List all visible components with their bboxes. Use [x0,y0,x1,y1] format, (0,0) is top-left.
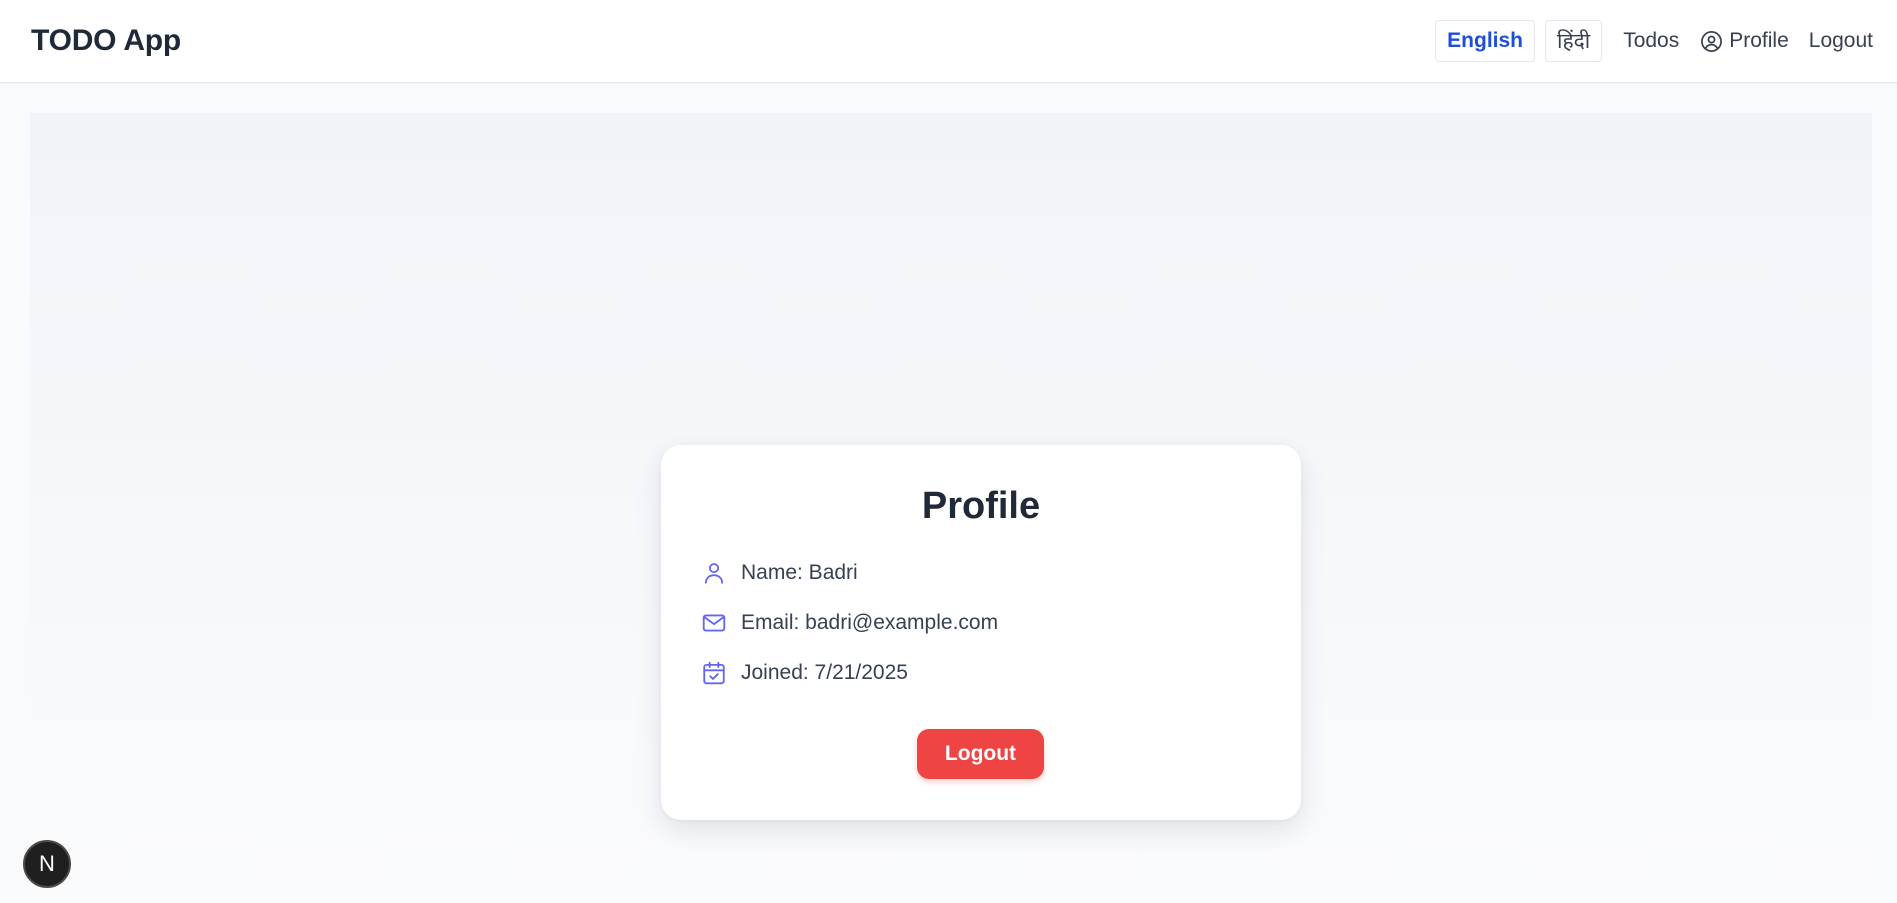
nav-profile-link[interactable]: Profile [1700,29,1789,53]
profile-email: Email: badri@example.com [741,611,999,634]
nav-logout-link[interactable]: Logout [1809,29,1873,53]
language-hindi-button[interactable]: हिंदी [1545,20,1603,62]
nextjs-dev-indicator[interactable]: N [23,840,71,888]
profile-joined-row: Joined: 7/21/2025 [701,660,908,686]
profile-name: Name: Badri [741,561,858,584]
nav-todos-link[interactable]: Todos [1623,29,1679,53]
language-english-button[interactable]: English [1435,20,1535,62]
app-brand[interactable]: TODO App [31,24,181,58]
user-circle-icon [1700,30,1723,53]
calendar-check-icon [701,660,727,686]
nav-profile-label: Profile [1729,29,1789,52]
user-icon [701,560,727,586]
logout-button[interactable]: Logout [917,729,1044,779]
profile-card: Profile Name: Badri Email: badri@example… [661,445,1301,820]
mail-icon [701,610,727,636]
top-navbar: TODO App English हिंदी Todos Profile Log… [0,0,1897,83]
profile-joined: Joined: 7/21/2025 [741,661,908,684]
nextjs-logo-letter: N [39,851,55,876]
profile-title: Profile [921,485,1041,527]
nav-links: English हिंदी Todos Profile Logout [1435,20,1873,62]
profile-name-row: Name: Badri [701,560,858,586]
profile-email-row: Email: badri@example.com [701,610,998,636]
main-content: Profile Name: Badri Email: badri@example… [30,113,1872,903]
